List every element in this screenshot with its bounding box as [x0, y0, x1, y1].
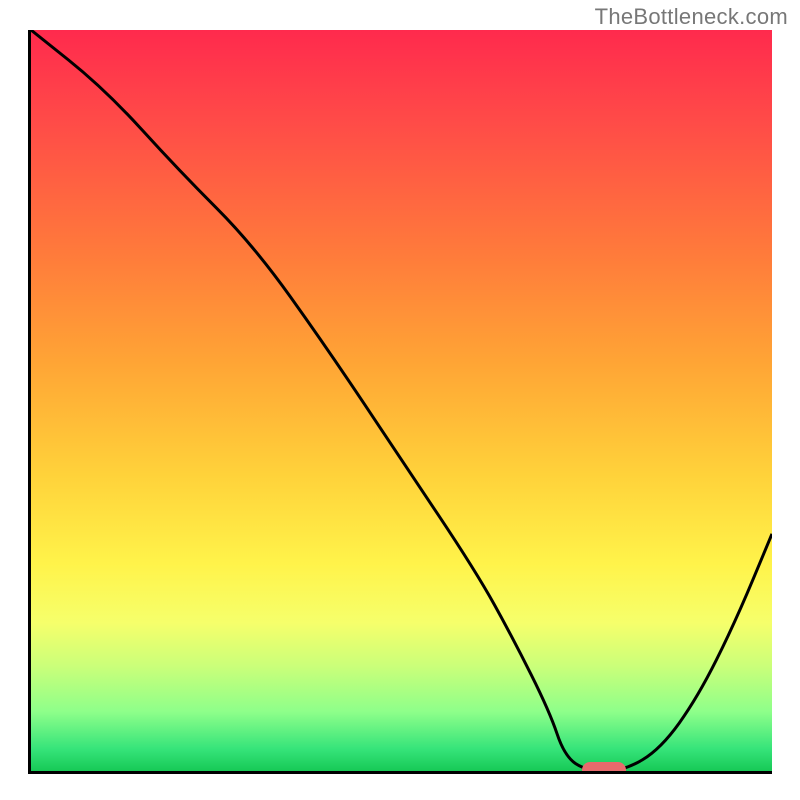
- plot-area: [31, 30, 772, 771]
- optimal-marker: [582, 762, 627, 771]
- curve-svg: [31, 30, 772, 771]
- plot-outer-frame: [28, 30, 772, 774]
- watermark-text: TheBottleneck.com: [595, 4, 788, 30]
- bottleneck-curve: [31, 30, 772, 771]
